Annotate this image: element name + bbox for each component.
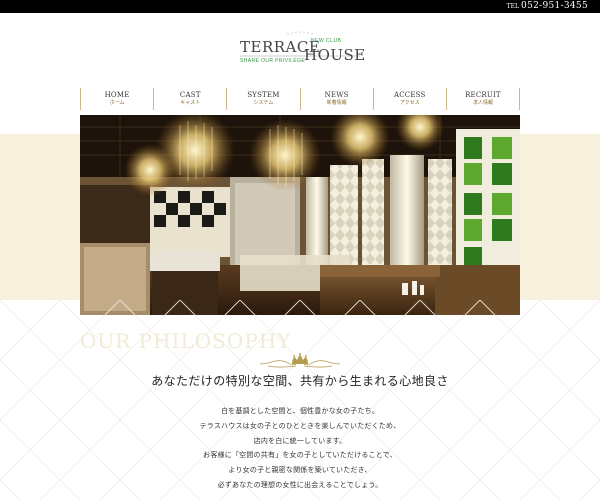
interior-photo (80, 115, 520, 315)
logo-newclub: NEW CLUB (311, 38, 342, 44)
nav-item-access[interactable]: ACCESS アクセス (372, 88, 446, 110)
logo-tagline: SHARE OUR PRIVILEGE (240, 58, 306, 64)
phone-number[interactable]: TEL 052-951-3455 (507, 1, 588, 12)
nav-label-en: NEWS (324, 91, 349, 99)
philosophy-line: 白を基調とした空間と、個性豊かな女の子たち。 (220, 407, 380, 415)
nav-item-recruit[interactable]: RECRUIT 求人情報 (445, 88, 521, 110)
nav-label-jp: キャスト (180, 100, 201, 106)
philosophy-line: テラスハウスは女の子とのひとときを楽しんでいただくため、 (199, 421, 401, 430)
logo-text-house: HOUSE (304, 46, 366, 64)
philosophy-line: 店内を白に統一しています。 (253, 436, 347, 445)
nav-label-jp: ホーム (109, 100, 125, 106)
nav-item-system[interactable]: SYSTEM システム (226, 88, 299, 110)
tel-label: TEL (506, 3, 520, 10)
nav-label-jp: 新着情報 (326, 100, 347, 106)
hero-image (80, 115, 520, 315)
philosophy-line: お客様に「空間の共有」を女の子としていただけることで、 (203, 451, 397, 460)
main-nav: HOME ホーム CAST キャスト SYSTEM システム NEWS 新着情報… (80, 88, 521, 110)
tel-number: 052-951-3455 (521, 1, 588, 11)
nav-item-news[interactable]: NEWS 新着情報 (299, 88, 373, 110)
nav-item-cast[interactable]: CAST キャスト (153, 88, 226, 110)
nav-label-en: SYSTEM (247, 91, 280, 99)
nav-label-jp: 求人情報 (472, 100, 493, 106)
site-logo[interactable]: TERRACE NEW CLUB HOUSE SHARE OUR PRIVILE… (234, 30, 366, 70)
philosophy-line: より女の子と親密な関係を築いていただき、 (228, 466, 372, 475)
nav-label-en: RECRUIT (465, 91, 501, 99)
crown-ornament-icon (259, 353, 341, 368)
philosophy-title: OUR PHILOSOPHY (80, 329, 292, 353)
philosophy-line: 必ずあなたの理想の女性に出会えることでしょう。 (217, 480, 383, 489)
nav-label-en: HOME (104, 91, 130, 99)
nav-item-home[interactable]: HOME ホーム (80, 88, 153, 110)
nav-label-en: CAST (179, 91, 201, 99)
philosophy-heading: あなただけの特別な空間、共有から生まれる心地良さ (151, 374, 449, 388)
nav-label-jp: アクセス (399, 100, 420, 106)
top-bar: TEL 052-951-3455 (0, 0, 600, 13)
nav-label-jp: システム (253, 100, 274, 106)
philosophy-body: 白を基調とした空間と、個性豊かな女の子たち。 テラスハウスは女の子とのひとときを… (0, 404, 600, 493)
nav-label-en: ACCESS (394, 91, 426, 99)
